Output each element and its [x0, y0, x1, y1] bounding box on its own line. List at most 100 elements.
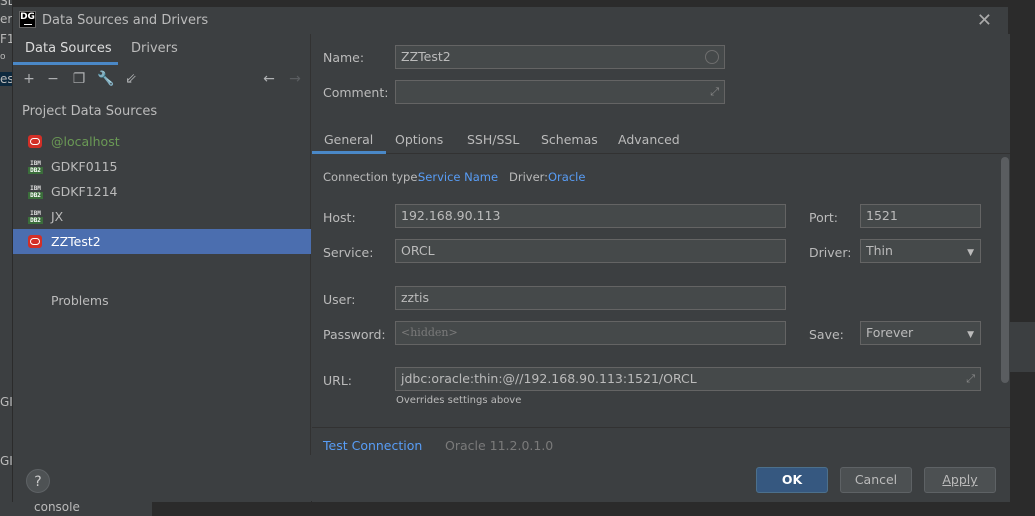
tab-advanced[interactable]: Advanced [618, 132, 680, 147]
ide-console-item[interactable]: console [12, 500, 152, 516]
help-button[interactable]: ? [26, 469, 50, 493]
data-sources-dialog: DG Data Sources and Drivers ✕ Data Sourc… [12, 6, 1010, 502]
host-label: Host: [323, 210, 356, 225]
driver-version: Oracle 11.2.0.1.0 [445, 438, 554, 453]
comment-label: Comment: [323, 85, 389, 100]
port-field[interactable]: 1521 [860, 204, 981, 228]
user-field[interactable]: zztis [395, 286, 786, 310]
driver-label: Driver: [809, 245, 852, 260]
data-source-item-selected[interactable]: ZZTest2 [13, 229, 311, 254]
right-panel: Name: ZZTest2 Comment: ⤢ General Options… [312, 34, 1010, 502]
service-field[interactable]: ORCL [395, 239, 786, 263]
expand-icon[interactable]: ⤢ [966, 371, 975, 387]
data-source-item[interactable]: @localhost [13, 129, 311, 154]
ide-background-right [1009, 0, 1035, 516]
password-field[interactable]: <hidden> [395, 321, 786, 345]
url-label: URL: [323, 373, 353, 388]
active-tab-indicator [312, 151, 386, 154]
problems-item[interactable]: Problems [51, 293, 109, 308]
oracle-icon [28, 135, 42, 148]
tab-drivers[interactable]: Drivers [131, 41, 178, 56]
duplicate-icon[interactable]: ❐ [71, 71, 87, 87]
url-hint: Overrides settings above [396, 395, 522, 406]
bg-fragment[interactable]: est [0, 72, 12, 86]
color-circle-icon[interactable] [705, 50, 719, 64]
comment-field[interactable]: ⤢ [395, 80, 725, 104]
oracle-icon [28, 235, 42, 248]
left-footer: ? [13, 455, 311, 502]
bg-fragment: er [0, 12, 12, 26]
tab-data-sources[interactable]: Data Sources [25, 41, 112, 56]
dialog-title: Data Sources and Drivers [42, 13, 209, 28]
data-source-item[interactable]: IBM DB2 JX [13, 204, 311, 229]
logo-text: DG [20, 12, 35, 22]
general-tab-content: Connection type: Service Name Driver: Or… [312, 155, 1010, 426]
save-label: Save: [809, 327, 844, 342]
section-title: Project Data Sources [22, 104, 158, 119]
port-label: Port: [809, 210, 838, 225]
save-select-value: Forever [866, 325, 914, 340]
db2-icon: IBM DB2 [28, 160, 43, 174]
wrench-icon[interactable]: 🔧 [97, 71, 114, 87]
ide-right-block [1009, 322, 1035, 372]
connection-type-label: Connection type: [323, 170, 422, 184]
close-icon[interactable]: ✕ [977, 10, 992, 31]
driver-select[interactable]: Thin ▼ [860, 239, 981, 263]
data-source-label: GDKF0115 [51, 159, 118, 174]
import-icon[interactable]: ⇙ [123, 71, 139, 87]
db2-icon: IBM DB2 [28, 210, 43, 224]
left-toolbar: + − ❐ 🔧 ⇙ ← → [13, 65, 310, 95]
name-field[interactable]: ZZTest2 [395, 45, 725, 69]
data-source-item[interactable]: IBM DB2 GDKF1214 [13, 179, 311, 204]
expand-icon[interactable]: ⤢ [710, 84, 719, 100]
test-connection-row: Test Connection Oracle 11.2.0.1.0 [312, 427, 1010, 461]
service-label: Service: [323, 245, 374, 260]
tab-ssh-ssl[interactable]: SSH/SSL [467, 132, 519, 147]
user-label: User: [323, 292, 356, 307]
chevron-down-icon: ▼ [967, 248, 974, 258]
url-value: jdbc:oracle:thin:@//192.168.90.113:1521/… [401, 371, 697, 386]
data-source-label: GDKF1214 [51, 184, 118, 199]
bg-fragment: SDB [0, 0, 12, 8]
data-source-item[interactable]: IBM DB2 GDKF0115 [13, 154, 311, 179]
apply-button[interactable]: Apply [924, 467, 996, 493]
ide-project-panel-fragment: SDB er F1 o est GI GI [0, 0, 12, 516]
driver-select-value: Thin [866, 243, 893, 258]
db2-icon: IBM DB2 [28, 185, 43, 199]
password-label: Password: [323, 327, 386, 342]
data-source-label: JX [51, 209, 64, 224]
tab-options[interactable]: Options [395, 132, 443, 147]
cancel-button[interactable]: Cancel [840, 467, 912, 493]
bg-fragment: F1 [0, 32, 12, 46]
add-icon[interactable]: + [21, 71, 37, 87]
left-tabs: Data Sources Drivers [13, 34, 310, 65]
connection-type-link[interactable]: Service Name [418, 170, 498, 184]
save-select[interactable]: Forever ▼ [860, 321, 981, 345]
back-arrow-icon[interactable]: ← [261, 71, 277, 87]
url-field[interactable]: jdbc:oracle:thin:@//192.168.90.113:1521/… [395, 367, 981, 391]
datagrip-logo-icon: DG [19, 11, 36, 28]
remove-icon[interactable]: − [45, 71, 61, 87]
ok-button[interactable]: OK [756, 467, 828, 493]
apply-button-label: Apply [942, 472, 978, 487]
scrollbar-thumb[interactable] [1001, 157, 1009, 383]
tab-schemas[interactable]: Schemas [541, 132, 598, 147]
bg-fragment: GI [0, 454, 12, 468]
bg-fragment: o [0, 52, 6, 62]
forward-arrow-icon[interactable]: → [287, 71, 303, 87]
data-source-label: ZZTest2 [51, 234, 101, 249]
name-label: Name: [323, 50, 365, 65]
driver-link-label: Driver: [509, 170, 549, 184]
left-panel: Data Sources Drivers + − ❐ 🔧 ⇙ ← → Proje… [13, 34, 311, 455]
scrollbar[interactable] [1000, 155, 1010, 426]
bg-fragment: GI [0, 395, 12, 409]
chevron-down-icon: ▼ [967, 330, 974, 340]
tab-general[interactable]: General [324, 132, 373, 147]
driver-link[interactable]: Oracle [548, 170, 585, 184]
data-source-list: @localhost IBM DB2 GDKF0115 IBM DB2 GDKF12… [13, 129, 311, 254]
dialog-titlebar[interactable]: DG Data Sources and Drivers ✕ [13, 7, 1008, 34]
form-tabs: General Options SSH/SSL Schemas Advanced [312, 122, 1010, 154]
host-field[interactable]: 192.168.90.113 [395, 204, 786, 228]
name-value: ZZTest2 [401, 49, 451, 64]
test-connection-link[interactable]: Test Connection [323, 438, 422, 453]
